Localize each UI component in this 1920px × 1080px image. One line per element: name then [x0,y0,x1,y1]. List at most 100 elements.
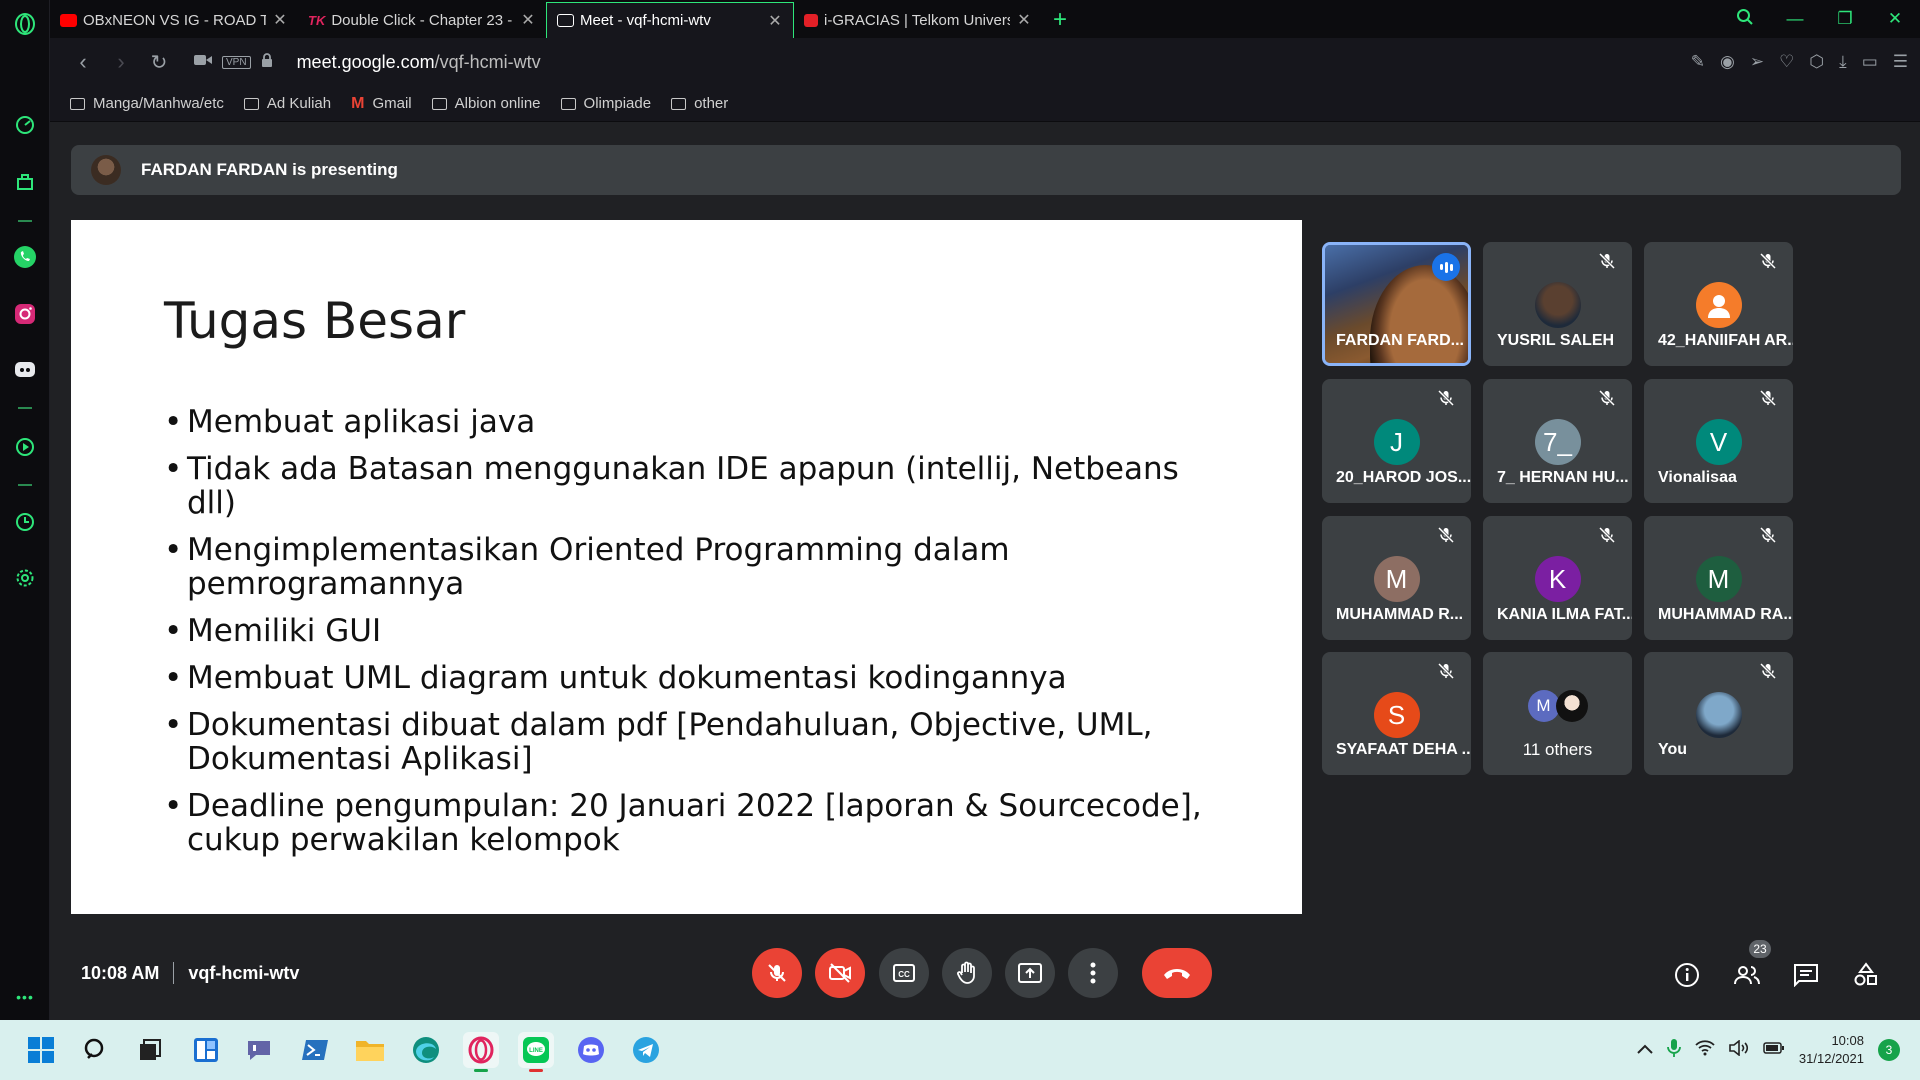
line-button[interactable]: LINE [518,1032,554,1072]
notification-badge[interactable]: 3 [1878,1039,1900,1061]
people-button[interactable] [1732,960,1762,990]
presentation-slide[interactable]: Tugas Besar Membuat aplikasi java Tidak … [71,220,1302,914]
discord-button[interactable] [573,1032,609,1068]
settings-gear-icon[interactable] [13,566,37,590]
participant-tile-kania-ilma-fat[interactable]: K KANIA ILMA FAT... [1483,516,1632,640]
participant-tile-vionalisaa[interactable]: V Vionalisaa [1644,379,1793,503]
telegram-button[interactable] [628,1032,664,1068]
participant-tile-11-others[interactable]: M 11 others [1483,652,1632,775]
participant-tile-you[interactable]: You [1644,652,1793,775]
close-window-icon[interactable]: ✕ [1870,9,1920,29]
meeting-time: 10:08 AM [81,962,160,983]
taskbar-clock[interactable]: 10:08 31/12/2021 [1799,1032,1864,1068]
tab-double-click[interactable]: TK Double Click - Chapter 23 - ✕ [298,2,546,38]
whatsapp-icon[interactable] [13,245,37,269]
restore-icon[interactable]: ❐ [1820,9,1870,29]
file-explorer-button[interactable] [352,1032,388,1068]
participant-tile-fardan-fard[interactable]: FARDAN FARD... [1322,242,1471,366]
leave-call-button[interactable] [1142,948,1212,998]
chevron-up-icon[interactable] [1637,1041,1653,1059]
opera-logo-icon[interactable] [13,12,37,36]
more-options-button[interactable] [1068,948,1118,998]
url-field[interactable]: VPN meet.google.com/vqf-hcmi-wtv [194,52,541,73]
search-button[interactable] [78,1032,114,1068]
battery-icon[interactable] [1763,1041,1785,1059]
download-icon[interactable]: ⤓ [1839,52,1847,72]
captions-button[interactable]: CC [879,948,929,998]
present-now-button[interactable] [1005,948,1055,998]
tab-youtube[interactable]: OBxNEON VS IG - ROAD TO ✕ [50,2,298,38]
camera-toggle-button[interactable] [815,948,865,998]
hang-up-icon [1164,969,1190,979]
participant-tile-20-harod-jos[interactable]: J 20_HAROD JOS... [1322,379,1471,503]
participant-tile-7-hernan-hu[interactable]: 7_ 7_ HERNAN HU... [1483,379,1632,503]
url-text[interactable]: meet.google.com/vqf-hcmi-wtv [297,52,541,73]
more-options-icon[interactable]: ••• [13,985,37,1009]
activities-button[interactable] [1851,960,1881,990]
vpn-badge[interactable]: VPN [222,55,251,69]
windows-taskbar: LINE 10:08 31/12/2021 3 [0,1020,1920,1080]
tab-meet[interactable]: Meet - vqf-hcmi-wtv ✕ [546,2,794,38]
gx-control-icon[interactable] [13,113,37,137]
teams-chat-button[interactable] [242,1032,278,1068]
edge-button[interactable] [408,1032,444,1068]
discord-sidebar-icon[interactable] [13,358,37,382]
participant-tile-42-haniifah-ar[interactable]: 42_HANIIFAH AR... [1644,242,1793,366]
bookmark-gmail[interactable]: M Gmail [351,95,412,113]
snapshot-icon[interactable]: ◉ [1720,52,1735,72]
lock-icon[interactable] [261,52,273,72]
participant-name: Vionalisaa [1658,469,1737,486]
new-tab-button[interactable]: + [1042,2,1078,38]
send-icon[interactable]: ➢ [1750,52,1764,72]
heart-icon[interactable]: ♡ [1779,52,1794,72]
battery-saver-icon[interactable]: ▭ [1862,52,1878,72]
start-button[interactable] [23,1032,59,1068]
widgets-button[interactable] [188,1032,224,1068]
bookmark-olimpiade[interactable]: Olimpiade [560,95,651,112]
mic-toggle-button[interactable] [752,948,802,998]
reload-icon[interactable]: ↻ [140,50,178,75]
chat-icon [1794,964,1818,987]
minimize-icon[interactable]: — [1770,9,1820,29]
easy-setup-icon[interactable]: ✎ [1691,52,1705,72]
bookmark-albion[interactable]: Albion online [431,95,541,112]
microphone-tray-icon[interactable] [1667,1038,1681,1063]
menu-icon[interactable]: ☰ [1893,52,1908,72]
participant-tile-syafaat-deha[interactable]: S SYAFAAT DEHA ... [1322,652,1471,775]
bookmark-ad-kuliah[interactable]: Ad Kuliah [243,95,331,112]
meeting-details-button[interactable] [1672,960,1702,990]
cube-icon[interactable]: ⬡ [1809,52,1824,72]
participant-tile-muhammad-r[interactable]: M MUHAMMAD R... [1322,516,1471,640]
close-icon[interactable]: ✕ [767,11,783,31]
avatar: K [1534,556,1581,602]
wifi-icon[interactable] [1695,1039,1715,1061]
gx-corner-icon[interactable] [13,170,37,194]
camera-permission-icon[interactable] [194,53,212,71]
forward-icon[interactable]: › [102,49,140,75]
task-view-button[interactable] [132,1032,168,1068]
back-icon[interactable]: ‹ [64,49,102,75]
participant-video [1370,265,1468,363]
instagram-icon[interactable] [13,302,37,326]
search-tabs-icon[interactable] [1720,8,1770,31]
slide-bullet: Membuat UML diagram untuk dokumentasi ko… [164,661,1214,695]
opera-gx-taskbar-button[interactable] [463,1032,499,1072]
volume-icon[interactable] [1729,1038,1749,1061]
speaking-indicator-icon [1432,253,1460,281]
chat-button[interactable] [1791,960,1821,990]
close-icon[interactable]: ✕ [1016,10,1032,30]
participant-tile-yusril-saleh[interactable]: YUSRIL SALEH [1483,242,1632,366]
raise-hand-button[interactable] [942,948,992,998]
meeting-code[interactable]: vqf-hcmi-wtv [188,963,299,984]
avatar: M [1373,556,1420,602]
close-icon[interactable]: ✕ [272,10,288,30]
bookmark-other[interactable]: other [671,95,728,112]
camera-off-icon [829,963,851,983]
powershell-button[interactable] [297,1032,333,1068]
participant-tile-muhammad-ra[interactable]: M MUHAMMAD RA... [1644,516,1793,640]
history-icon[interactable] [13,510,37,534]
close-icon[interactable]: ✕ [520,10,536,30]
player-icon[interactable] [13,435,37,459]
tab-igracias[interactable]: i-GRACIAS | Telkom Univers ✕ [794,2,1042,38]
bookmark-manga[interactable]: Manga/Manhwa/etc [70,95,224,112]
